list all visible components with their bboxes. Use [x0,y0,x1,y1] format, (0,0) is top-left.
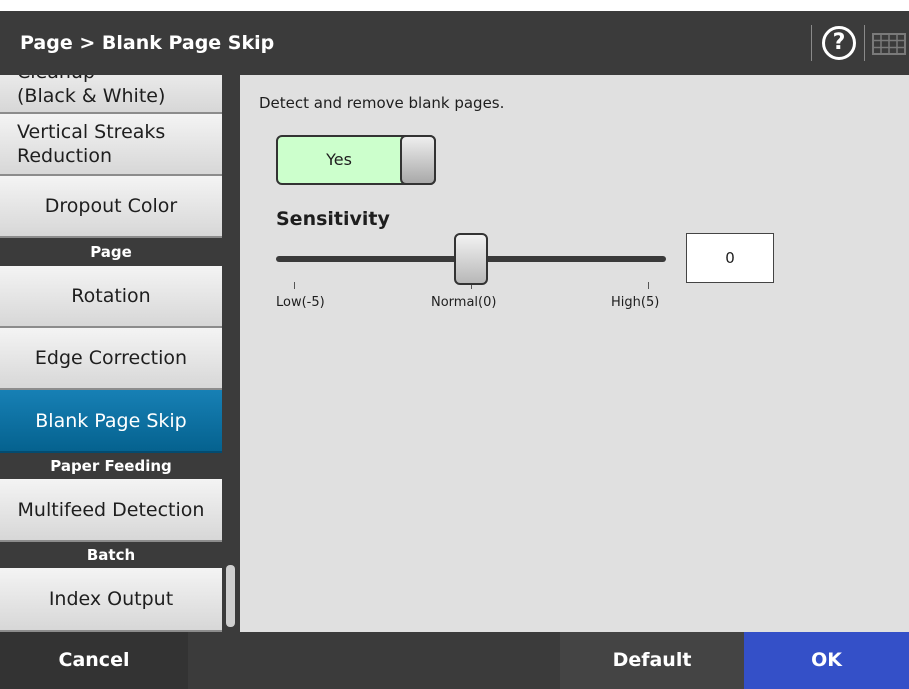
blank-page-skip-toggle[interactable]: Yes [276,135,436,185]
sidebar-item-edge-correction[interactable]: Edge Correction [0,328,222,390]
sidebar-item-label: Rotation [71,285,151,307]
sidebar-item-label: Vertical Streaks Reduction [17,121,166,167]
slider-label-low: Low(-5) [276,295,325,310]
slider-tick-high [648,282,649,289]
sidebar-section-page: Page [0,238,222,266]
toggle-label: Yes [326,150,352,169]
sidebar: Cleanup (Black & White) Vertical Streaks… [0,75,222,632]
toggle-knob[interactable] [400,135,436,185]
cancel-button[interactable]: Cancel [0,632,188,689]
slider-tick-low [294,282,295,289]
slider-label-high: High(5) [611,295,660,310]
sidebar-section-batch: Batch [0,542,222,568]
sidebar-item-label: Multifeed Detection [17,498,205,521]
sidebar-item-rotation[interactable]: Rotation [0,266,222,328]
header-divider [864,25,865,61]
page-title: Page > Blank Page Skip [20,32,275,54]
sidebar-item-cleanup[interactable]: Cleanup (Black & White) [0,75,222,114]
sidebar-scroll-track [222,75,240,632]
setting-description: Detect and remove blank pages. [259,94,505,112]
keyboard-icon[interactable] [872,33,906,55]
sidebar-scrollbar[interactable] [226,565,235,627]
sidebar-item-index-output[interactable]: Index Output [0,568,222,632]
sidebar-item-label: Cleanup (Black & White) [17,75,166,107]
footer-bar: Cancel Default OK [0,632,909,689]
sensitivity-title: Sensitivity [276,208,390,230]
sidebar-item-dropout-color[interactable]: Dropout Color [0,176,222,238]
sidebar-item-blank-page-skip[interactable]: Blank Page Skip [0,390,222,453]
sensitivity-slider-thumb[interactable] [454,233,488,285]
header-divider [811,25,812,61]
sidebar-item-label: Blank Page Skip [35,409,187,432]
settings-panel: Detect and remove blank pages. Yes Sensi… [240,75,909,632]
sidebar-item-multifeed-detection[interactable]: Multifeed Detection [0,479,222,542]
sidebar-item-label: Index Output [48,588,174,610]
sensitivity-value-field[interactable]: 0 [686,233,774,283]
ok-button[interactable]: OK [744,632,909,689]
default-button[interactable]: Default [560,632,744,689]
sidebar-item-vertical-streaks-reduction[interactable]: Vertical Streaks Reduction [0,114,222,176]
help-icon[interactable]: ? [822,26,856,60]
slider-label-normal: Normal(0) [431,295,497,310]
sidebar-item-label: Edge Correction [34,347,188,369]
title-bar: Page > Blank Page Skip ? [0,11,909,75]
sidebar-section-paper-feeding: Paper Feeding [0,453,222,479]
sidebar-item-label: Dropout Color [44,195,178,217]
